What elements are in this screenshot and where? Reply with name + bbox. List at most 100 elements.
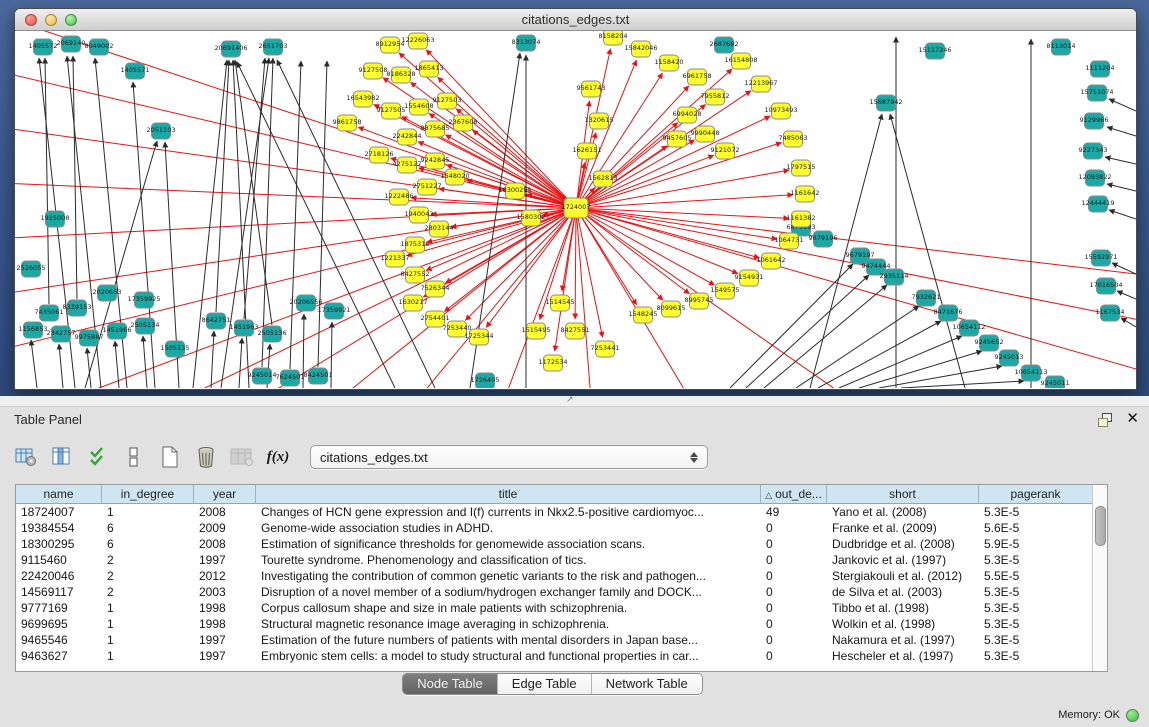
graph-node[interactable]: 20691406 bbox=[214, 41, 247, 57]
graph-node[interactable]: 7955812 bbox=[701, 89, 730, 105]
graph-node[interactable]: 1630217 bbox=[399, 295, 428, 311]
graph-node[interactable]: 17359925 bbox=[127, 292, 160, 308]
graph-node[interactable]: 9154931 bbox=[735, 270, 764, 286]
graph-node[interactable]: 8427552 bbox=[401, 267, 430, 283]
graph-node[interactable]: 9245011 bbox=[1041, 376, 1070, 388]
graph-node[interactable]: 9245013 bbox=[995, 350, 1024, 366]
graph-node[interactable]: 7253441 bbox=[591, 341, 620, 357]
new-table-icon[interactable] bbox=[158, 445, 182, 469]
tab-edge-table[interactable]: Edge Table bbox=[498, 674, 592, 694]
column-header-short[interactable]: short bbox=[827, 485, 979, 503]
table-row[interactable]: 1938455462009Genome-wide association stu… bbox=[16, 520, 1092, 536]
graph-node[interactable]: 1797515 bbox=[787, 160, 816, 176]
graph-node[interactable]: 9129966 bbox=[1080, 113, 1109, 129]
graph-node[interactable]: 10654112 bbox=[952, 320, 985, 336]
graph-node[interactable]: 9990448 bbox=[691, 126, 720, 142]
graph-node[interactable]: 1158420 bbox=[655, 55, 684, 71]
graph-node[interactable]: 1451963 bbox=[230, 320, 259, 336]
graph-node[interactable]: 2526055 bbox=[17, 261, 46, 277]
graph-node[interactable]: 6994028 bbox=[673, 107, 702, 123]
graph-node[interactable]: 1554608 bbox=[405, 99, 434, 115]
graph-node[interactable]: 1548020 bbox=[441, 169, 470, 185]
panel-resize-handle[interactable]: ↗ bbox=[0, 396, 1149, 407]
table-row[interactable]: 1830029562008Estimation of significance … bbox=[16, 536, 1092, 552]
graph-node[interactable]: 9242845 bbox=[421, 153, 450, 169]
vertical-scrollbar[interactable] bbox=[1092, 485, 1107, 671]
select-all-rows-icon[interactable] bbox=[86, 445, 110, 469]
table-row[interactable]: 911546021997Tourette syndrome. Phenomeno… bbox=[16, 552, 1092, 568]
graph-node[interactable]: 9127508 bbox=[359, 63, 388, 79]
row-height-icon[interactable] bbox=[122, 445, 146, 469]
graph-node[interactable]: 9227343 bbox=[1079, 143, 1108, 159]
table-row[interactable]: 2242004622012Investigating the contribut… bbox=[16, 568, 1092, 584]
graph-node[interactable]: 9245014 bbox=[248, 368, 277, 384]
graph-node[interactable]: 7932621 bbox=[912, 290, 941, 306]
table-row[interactable]: 977716911998Corpus callosum shape and si… bbox=[16, 600, 1092, 616]
select-columns-icon[interactable] bbox=[50, 445, 74, 469]
tab-node-table[interactable]: Node Table bbox=[403, 674, 498, 694]
graph-node[interactable]: 1505135 bbox=[161, 341, 190, 357]
table-selector-dropdown[interactable]: citations_edges.txt bbox=[310, 445, 708, 469]
graph-node[interactable]: 9245652 bbox=[975, 335, 1004, 351]
graph-node[interactable]: 8424501 bbox=[304, 368, 333, 384]
column-header-name[interactable]: name bbox=[16, 485, 102, 503]
graph-node[interactable]: 1222486 bbox=[385, 189, 414, 205]
float-panel-icon[interactable] bbox=[1098, 413, 1112, 426]
scrollbar-thumb[interactable] bbox=[1095, 506, 1106, 546]
graph-node[interactable]: 1167534 bbox=[1096, 305, 1125, 321]
delete-table-icon[interactable] bbox=[194, 445, 218, 469]
graph-node[interactable]: 2803144 bbox=[425, 221, 454, 237]
graph-node[interactable]: 12444419 bbox=[1081, 196, 1114, 212]
graph-node[interactable]: 2935114 bbox=[880, 269, 909, 285]
graph-node[interactable]: 2242844 bbox=[393, 129, 422, 145]
graph-node[interactable]: 1514545 bbox=[546, 295, 575, 311]
graph-node[interactable]: 2718126 bbox=[365, 147, 394, 163]
column-header-pagerank[interactable]: pagerank bbox=[979, 485, 1092, 503]
graph-node[interactable]: 15117246 bbox=[918, 43, 951, 59]
graph-node[interactable]: 2751227 bbox=[413, 179, 442, 195]
column-header-year[interactable]: year bbox=[194, 485, 256, 503]
table-row[interactable]: 946362711997Embryonic stem cells: a mode… bbox=[16, 648, 1092, 664]
graph-node[interactable]: 2342757 bbox=[47, 326, 76, 342]
graph-node[interactable]: 2505136 bbox=[258, 326, 287, 342]
column-header-title[interactable]: title bbox=[256, 485, 761, 503]
graph-node[interactable]: 2051103 bbox=[147, 123, 176, 139]
graph-node[interactable]: 1915008 bbox=[41, 211, 70, 227]
graph-node[interactable]: 1865413 bbox=[415, 61, 444, 77]
graph-node[interactable]: 8313074 bbox=[512, 35, 541, 51]
graph-node[interactable]: 15751074 bbox=[1080, 85, 1113, 101]
graph-node[interactable]: 1064731 bbox=[775, 233, 804, 249]
import-table-icon[interactable] bbox=[230, 445, 254, 469]
function-builder-icon[interactable]: f(x) bbox=[266, 445, 290, 469]
graph-node[interactable]: 1221337 bbox=[381, 251, 410, 267]
graph-node[interactable]: 6961758 bbox=[683, 69, 712, 85]
graph-node[interactable]: 7485063 bbox=[779, 131, 808, 147]
graph-node[interactable]: 1405572 bbox=[29, 39, 58, 55]
graph-node[interactable]: 9121072 bbox=[711, 143, 740, 159]
window-titlebar[interactable]: citations_edges.txt bbox=[15, 9, 1136, 31]
graph-node[interactable]: 2687682 bbox=[710, 37, 739, 53]
column-header-in-degree[interactable]: in_degree bbox=[102, 485, 194, 503]
graph-node[interactable]: 1111204 bbox=[1086, 61, 1115, 77]
network-view[interactable]: 1405572206914080490021405571206914062651… bbox=[15, 31, 1136, 389]
graph-node[interactable]: 2020653 bbox=[93, 285, 122, 301]
graph-node[interactable]: 9561743 bbox=[577, 81, 606, 97]
close-panel-icon[interactable]: ✕ bbox=[1126, 412, 1139, 426]
graph-hub-node[interactable]: 1724007 bbox=[562, 198, 591, 218]
graph-node[interactable]: 7624501 bbox=[276, 370, 305, 386]
graph-node[interactable]: 1172534 bbox=[539, 355, 568, 371]
graph-node[interactable]: 17359921 bbox=[317, 303, 350, 319]
graph-node[interactable]: 9975887 bbox=[75, 330, 104, 346]
graph-node[interactable]: 8186328 bbox=[387, 67, 416, 83]
graph-node[interactable]: 8471676 bbox=[934, 305, 963, 321]
graph-node[interactable]: 1451966 bbox=[103, 323, 132, 339]
table-row[interactable]: 946554611997Estimation of the future num… bbox=[16, 632, 1092, 648]
graph-node[interactable]: 1405571 bbox=[121, 63, 150, 79]
graph-node[interactable]: 9679196 bbox=[809, 231, 838, 247]
graph-node[interactable]: 9127505 bbox=[377, 103, 406, 119]
graph-node[interactable]: 8642751 bbox=[202, 313, 231, 329]
graph-node[interactable]: 7435061 bbox=[35, 305, 64, 321]
graph-node[interactable]: 12213967 bbox=[744, 76, 777, 92]
graph-node[interactable]: 12226063 bbox=[401, 33, 434, 49]
network-canvas[interactable]: 1405572206914080490021405571206914062651… bbox=[15, 31, 1136, 388]
